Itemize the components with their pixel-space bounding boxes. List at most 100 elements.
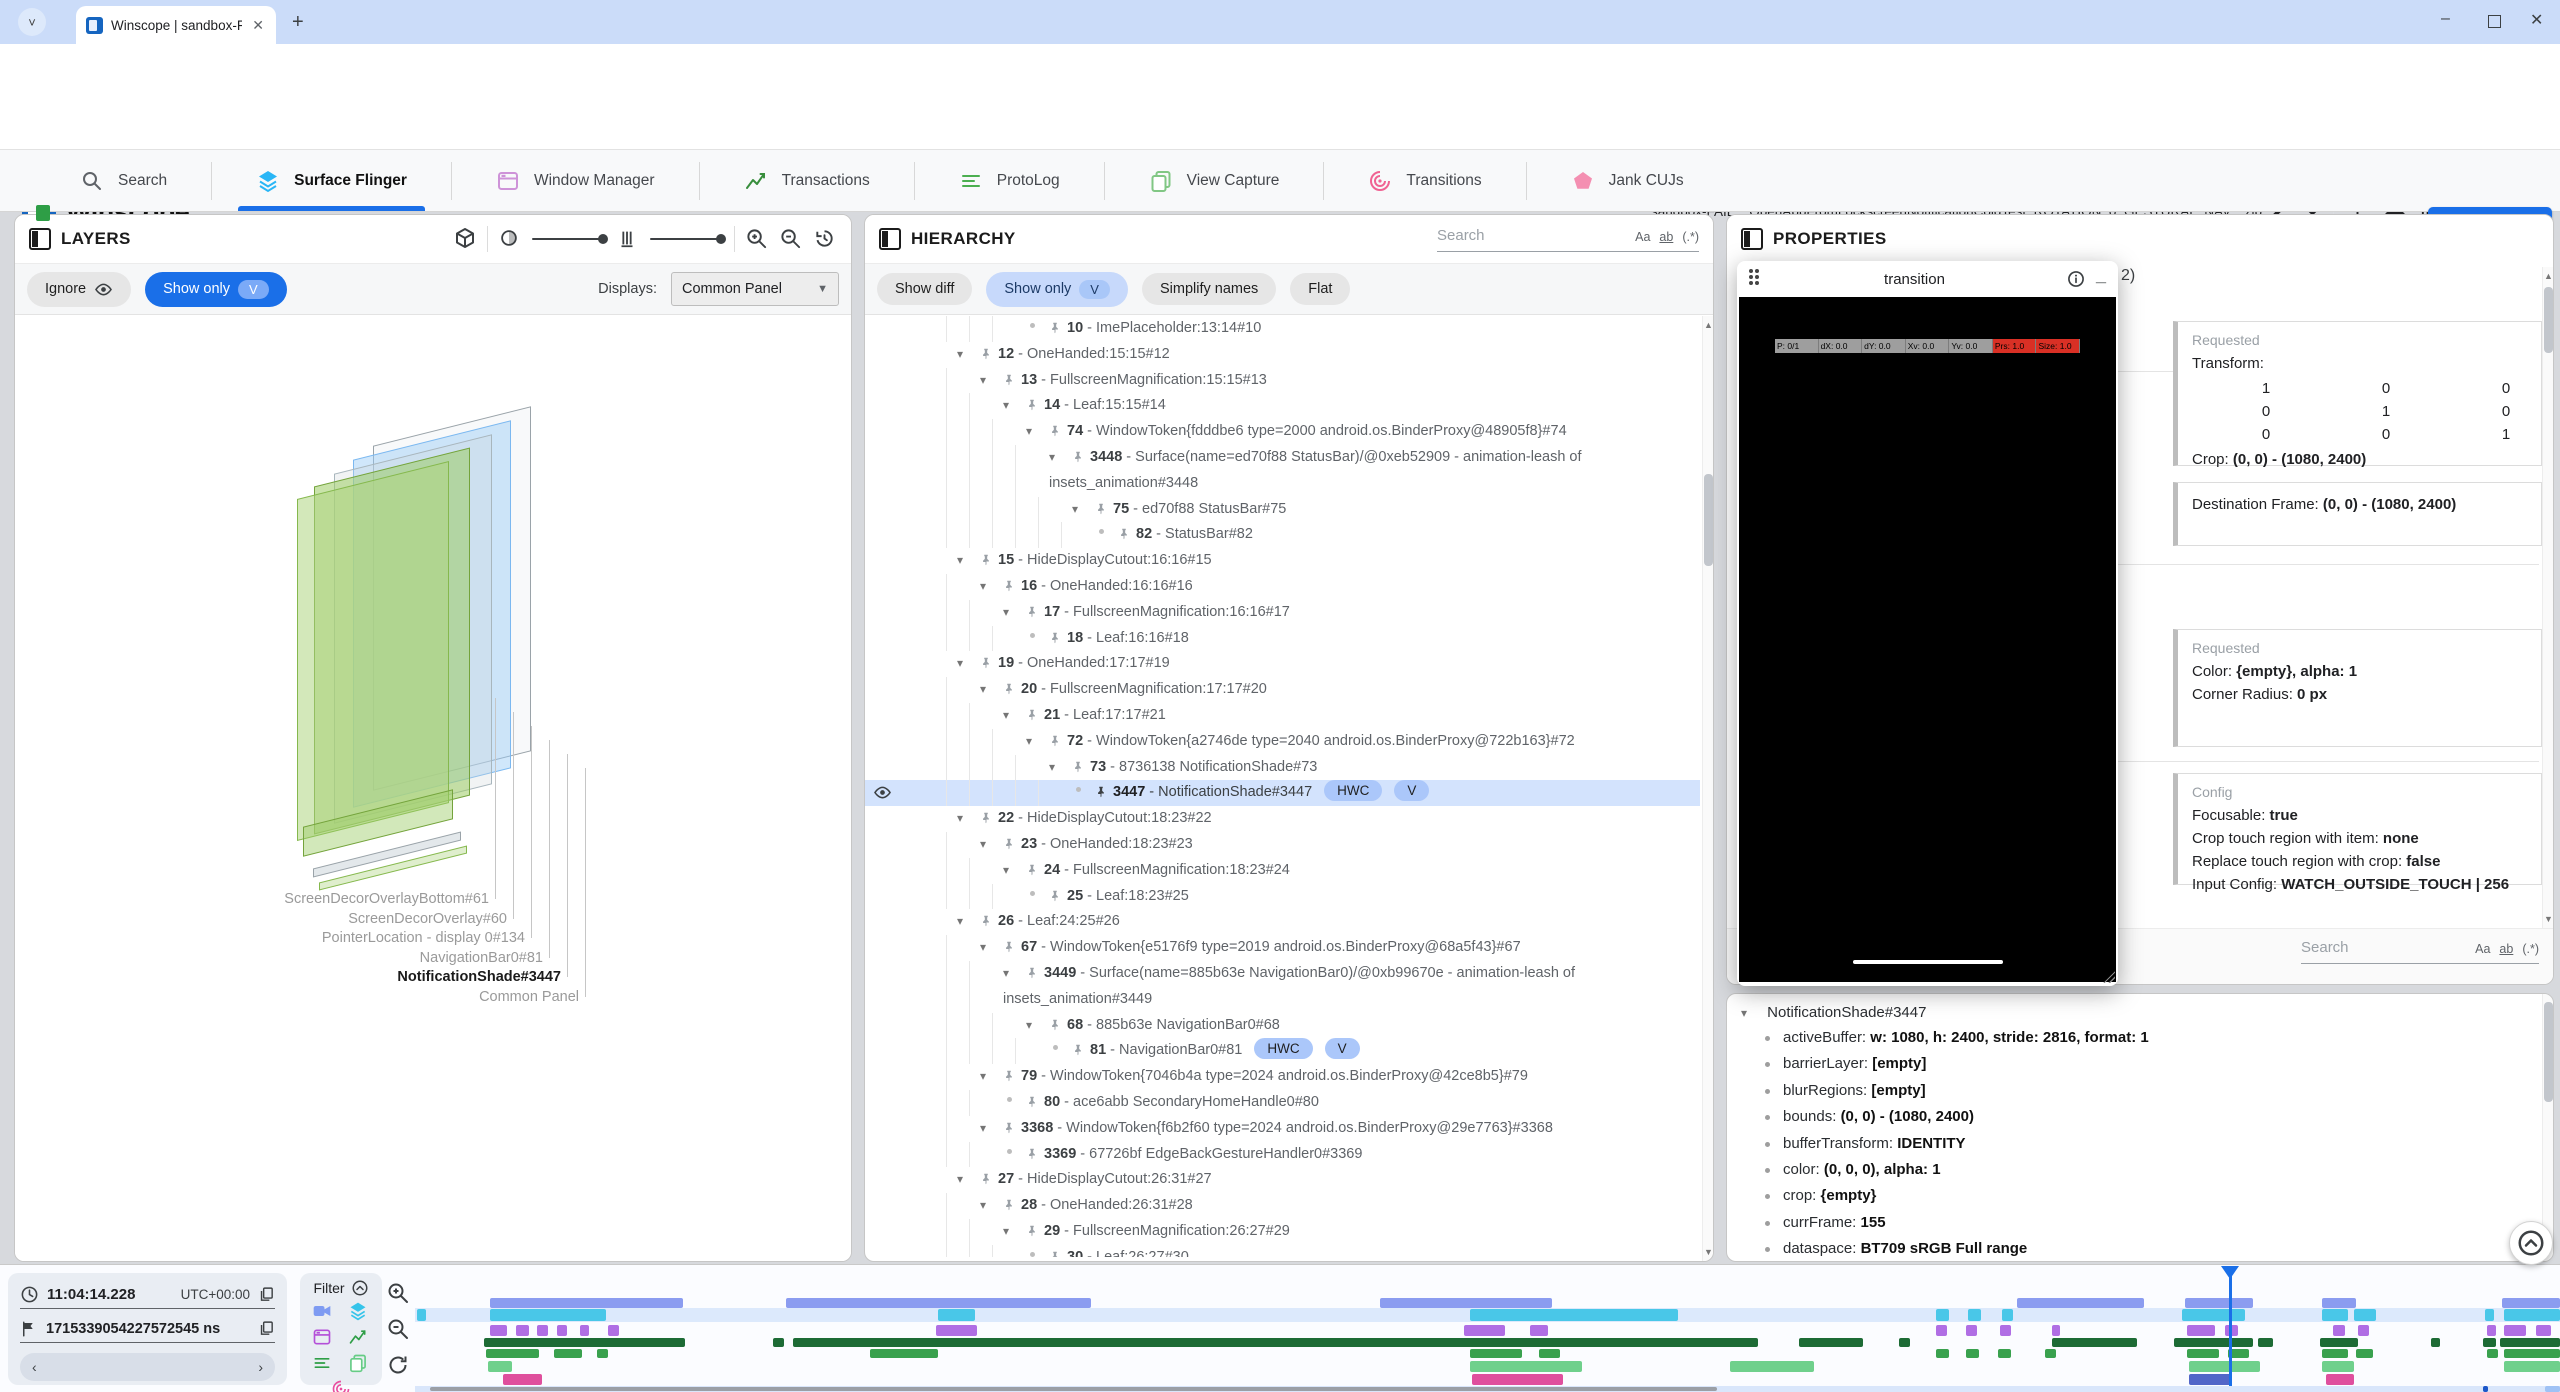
trace-segment[interactable] — [2189, 1361, 2260, 1372]
resize-handle[interactable] — [2103, 971, 2115, 983]
proto-scrollbar[interactable] — [2542, 994, 2553, 1261]
trace-segment[interactable] — [2052, 1325, 2061, 1336]
tab-protolog[interactable]: ProtoLog — [915, 150, 1104, 211]
pin-icon[interactable] — [979, 811, 998, 825]
tab-jank-cujs[interactable]: Jank CUJs — [1527, 150, 1728, 211]
trace-segment[interactable] — [1998, 1349, 2011, 1358]
ignore-chip[interactable]: Ignore — [27, 272, 131, 307]
layer-label[interactable]: NavigationBar0#81 — [420, 950, 543, 966]
hierarchy-search-input[interactable]: Search Aa ab (.*) — [1437, 227, 1699, 252]
tree-node-81[interactable]: 81 - NavigationBar0#81HWCV — [865, 1038, 1700, 1064]
match-word-icon[interactable]: ab — [2499, 942, 2513, 956]
tree-node-68[interactable]: ▾68 - 885b63e NavigationBar0#68 — [865, 1013, 1700, 1039]
show-only-chip[interactable]: Show only V — [986, 272, 1128, 307]
expander-icon[interactable]: ▾ — [957, 909, 979, 935]
trace-segment[interactable] — [1380, 1298, 1552, 1308]
frame-step-control[interactable]: ‹ › — [20, 1353, 275, 1381]
human-time-field[interactable]: 11:04:14.228 UTC+00:00 — [20, 1281, 275, 1309]
trace-segment[interactable] — [2358, 1325, 2369, 1336]
displays-select[interactable]: Common Panel ▼ — [671, 272, 839, 306]
pin-icon[interactable] — [1071, 450, 1090, 464]
pin-icon[interactable] — [1025, 398, 1044, 412]
window-trace-icon[interactable] — [312, 1327, 334, 1347]
trace-segment[interactable] — [773, 1338, 784, 1347]
tree-node-75[interactable]: ▾75 - ed70f88 StatusBar#75 — [865, 497, 1700, 523]
layer-label[interactable]: NotificationShade#3447 — [397, 969, 561, 985]
trace-segment[interactable] — [2504, 1325, 2525, 1336]
tree-node-15[interactable]: ▾15 - HideDisplayCutout:16:16#15 — [865, 548, 1700, 574]
pin-icon[interactable] — [1025, 1224, 1044, 1238]
trace-segment[interactable] — [870, 1349, 939, 1358]
tree-node-3447[interactable]: 3447 - NotificationShade#3447HWCV — [865, 780, 1700, 806]
layer-label[interactable]: Common Panel — [479, 989, 579, 1005]
tree-node-22[interactable]: ▾22 - HideDisplayCutout:18:23#22 — [865, 806, 1700, 832]
show-diff-chip[interactable]: Show diff — [877, 273, 972, 305]
tree-node-27[interactable]: ▾27 - HideDisplayCutout:26:31#27 — [865, 1167, 1700, 1193]
expander-icon[interactable]: ▾ — [980, 368, 1002, 394]
pin-icon[interactable] — [1002, 682, 1021, 696]
zoom-in-icon[interactable] — [745, 227, 769, 251]
next-frame-icon[interactable]: › — [258, 1359, 263, 1375]
trace-segment[interactable] — [490, 1298, 683, 1308]
swirl-trace-icon[interactable] — [331, 1379, 351, 1392]
trace-segment[interactable] — [2487, 1325, 2496, 1336]
layer-rect-4[interactable] — [297, 461, 449, 841]
trace-segment[interactable] — [1530, 1325, 1547, 1336]
tree-node-3449[interactable]: ▾3449 - Surface(name=885b63e NavigationB… — [865, 961, 1700, 1013]
pin-icon[interactable] — [1048, 889, 1067, 903]
expander-icon[interactable]: ▾ — [957, 1167, 979, 1193]
trace-segment[interactable] — [2322, 1349, 2348, 1358]
tree-node-19[interactable]: ▾19 - OneHanded:17:17#19 — [865, 651, 1700, 677]
zoom-out-icon[interactable] — [779, 227, 803, 251]
tree-node-26[interactable]: ▾26 - Leaf:24:25#26 — [865, 909, 1700, 935]
expander-icon[interactable]: ▾ — [980, 574, 1002, 600]
timeline-reset-icon[interactable] — [386, 1353, 410, 1377]
window-minimize-button[interactable]: – — [2441, 10, 2450, 28]
tab-transitions[interactable]: Transitions — [1324, 150, 1525, 211]
collapse-panel-icon[interactable] — [1741, 228, 1763, 250]
trace-segment[interactable] — [1539, 1349, 1560, 1358]
trace-segment[interactable] — [2487, 1349, 2498, 1358]
trace-segment[interactable] — [2017, 1298, 2144, 1308]
trace-segment[interactable] — [2333, 1325, 2346, 1336]
expander-icon[interactable]: ▾ — [980, 1193, 1002, 1219]
trace-segment[interactable] — [2485, 1309, 2494, 1321]
info-icon[interactable] — [2066, 269, 2086, 289]
reset-view-icon[interactable] — [813, 227, 837, 251]
timeline-overview-strip[interactable] — [415, 1386, 2560, 1392]
trace-segment[interactable] — [1966, 1325, 1977, 1336]
trace-segment[interactable] — [2502, 1298, 2560, 1308]
regex-icon[interactable]: (.*) — [1682, 230, 1699, 244]
pin-icon[interactable] — [1025, 966, 1044, 980]
trace-segment[interactable] — [1470, 1349, 1521, 1358]
pin-icon[interactable] — [1002, 1069, 1021, 1083]
prev-frame-icon[interactable]: ‹ — [32, 1359, 37, 1375]
expander-icon[interactable]: ▾ — [1003, 961, 1025, 987]
tree-node-24[interactable]: ▾24 - FullscreenMagnification:18:23#24 — [865, 858, 1700, 884]
collapse-timeline-button[interactable] — [2509, 1221, 2553, 1265]
tree-node-3369[interactable]: 3369 - 67726bf EdgeBackGestureHandler0#3… — [865, 1142, 1700, 1168]
properties-scrollbar[interactable]: ▲ ▼ — [2542, 267, 2553, 928]
expander-icon[interactable]: ▾ — [980, 677, 1002, 703]
new-tab-button[interactable]: + — [292, 12, 304, 32]
expander-icon[interactable]: ▾ — [1003, 703, 1025, 729]
expander-icon[interactable]: ▾ — [1003, 393, 1025, 419]
trace-segment[interactable] — [557, 1325, 568, 1336]
proto-prop-row[interactable]: crop: {empty} — [1727, 1183, 2553, 1209]
properties-search-input[interactable]: Search Aa ab (.*) — [2301, 939, 2539, 964]
expander-icon[interactable]: ▾ — [1003, 858, 1025, 884]
trace-segment[interactable] — [537, 1325, 548, 1336]
pin-icon[interactable] — [1048, 1018, 1067, 1032]
tree-node-82[interactable]: 82 - StatusBar#82 — [865, 522, 1700, 548]
proto-prop-row[interactable]: bufferTransform: IDENTITY — [1727, 1131, 2553, 1157]
copy-time-icon[interactable] — [258, 1286, 275, 1303]
trace-segment[interactable] — [1968, 1309, 1981, 1321]
pin-icon[interactable] — [1025, 1147, 1044, 1161]
trace-segment[interactable] — [1730, 1361, 1814, 1372]
trace-row-jank-cujs[interactable] — [415, 1374, 2560, 1385]
tab-search-chevron-icon[interactable]: ˅ — [18, 8, 46, 36]
layer-label[interactable]: PointerLocation - display 0#134 — [322, 930, 525, 946]
trace-segment[interactable] — [2536, 1325, 2551, 1336]
trace-row-protolog[interactable] — [415, 1349, 2560, 1358]
expander-icon[interactable]: ▾ — [1072, 497, 1094, 523]
